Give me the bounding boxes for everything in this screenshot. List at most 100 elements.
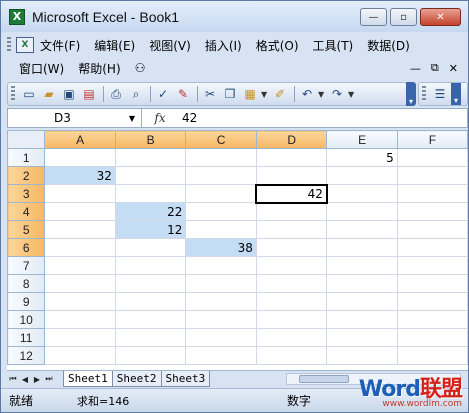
menu-help[interactable]: 帮助(H)	[78, 60, 120, 77]
cut-icon[interactable]: ✂	[201, 85, 219, 103]
cell[interactable]	[326, 346, 398, 365]
cell[interactable]	[114, 328, 187, 347]
cell[interactable]	[396, 328, 468, 347]
cell[interactable]	[255, 328, 328, 347]
row-header[interactable]: 11	[7, 328, 46, 347]
formatting-options-icon[interactable]: ▾	[451, 83, 461, 105]
cell-selected[interactable]: 32	[44, 166, 116, 185]
print-preview-icon[interactable]: ⌕	[127, 85, 145, 103]
last-sheet-icon[interactable]: ⏭	[43, 374, 55, 384]
cell[interactable]	[326, 310, 398, 329]
minimize-button[interactable]: —	[360, 8, 387, 26]
print-icon[interactable]: ⎙	[107, 85, 125, 103]
cell[interactable]	[326, 328, 398, 347]
cell[interactable]	[396, 256, 468, 275]
scrollbar-thumb[interactable]	[299, 375, 349, 383]
workbook-icon[interactable]: X	[16, 37, 34, 53]
column-header-c[interactable]: C	[185, 130, 257, 149]
cell[interactable]	[326, 256, 398, 275]
undo-icon[interactable]: ↶	[298, 85, 316, 103]
prev-sheet-icon[interactable]: ◀	[19, 375, 31, 384]
cell[interactable]	[185, 274, 257, 293]
column-header-f[interactable]: F	[396, 130, 468, 149]
cell[interactable]	[114, 148, 187, 167]
cell[interactable]	[326, 184, 398, 203]
sheet-tab-sheet1[interactable]: Sheet1	[63, 371, 113, 387]
cell[interactable]	[396, 148, 468, 167]
research-icon[interactable]: ✎	[174, 85, 192, 103]
row-header[interactable]: 1	[7, 148, 46, 167]
cell[interactable]	[114, 256, 187, 275]
name-box-dropdown-icon[interactable]: ▼	[129, 114, 135, 123]
cell[interactable]	[44, 310, 116, 329]
cell-selected[interactable]: 12	[114, 220, 187, 239]
cell[interactable]	[396, 220, 468, 239]
menu-window[interactable]: 窗口(W)	[19, 60, 64, 77]
cell[interactable]	[396, 166, 468, 185]
menu-tools[interactable]: 工具(T)	[313, 37, 354, 54]
row-header[interactable]: 3	[7, 184, 46, 203]
cell[interactable]	[396, 184, 468, 203]
cell[interactable]	[185, 310, 257, 329]
menu-insert[interactable]: 插入(I)	[205, 37, 242, 54]
cell[interactable]	[255, 274, 328, 293]
cell[interactable]	[255, 148, 328, 167]
cell[interactable]	[185, 292, 257, 311]
cell[interactable]	[44, 238, 116, 257]
cell[interactable]	[44, 220, 116, 239]
cell[interactable]	[255, 202, 328, 221]
cell[interactable]	[114, 274, 187, 293]
format-painter-icon[interactable]: ✐	[271, 85, 289, 103]
excel-app-icon[interactable]: X	[9, 8, 25, 25]
cell[interactable]	[44, 256, 116, 275]
menu-file[interactable]: 文件(F)	[40, 37, 80, 54]
copy-icon[interactable]: ❐	[221, 85, 239, 103]
name-box[interactable]: D3 ▼	[8, 109, 142, 127]
binoculars-icon[interactable]: ⚇	[135, 61, 146, 75]
insert-function-icon[interactable]: fx	[142, 111, 178, 125]
save-icon[interactable]: ▣	[60, 85, 78, 103]
cell[interactable]	[44, 202, 116, 221]
cell[interactable]	[326, 238, 398, 257]
menu-edit[interactable]: 编辑(E)	[94, 37, 135, 54]
cell[interactable]	[396, 292, 468, 311]
maximize-button[interactable]: ▫	[390, 8, 417, 26]
cell[interactable]	[44, 148, 116, 167]
cell[interactable]	[326, 166, 398, 185]
cell[interactable]	[326, 220, 398, 239]
menu-view[interactable]: 视图(V)	[149, 37, 191, 54]
first-sheet-icon[interactable]: ⏮	[7, 374, 19, 384]
menu-grip-handle[interactable]	[7, 37, 11, 53]
row-header[interactable]: 4	[7, 202, 46, 221]
menu-data[interactable]: 数据(D)	[367, 37, 410, 54]
redo-icon[interactable]: ↷	[328, 85, 346, 103]
cell[interactable]: 5	[326, 148, 398, 167]
row-header[interactable]: 12	[7, 346, 46, 365]
cell[interactable]	[326, 292, 398, 311]
row-header[interactable]: 10	[7, 310, 46, 329]
cell[interactable]	[396, 310, 468, 329]
redo-dropdown-icon[interactable]: ▼	[348, 90, 356, 99]
column-header-d[interactable]: D	[255, 130, 328, 149]
paste-dropdown-icon[interactable]: ▼	[261, 90, 269, 99]
next-sheet-icon[interactable]: ▶	[31, 375, 43, 384]
align-icon[interactable]: ☰	[431, 85, 449, 103]
cell[interactable]	[255, 166, 328, 185]
worksheet-grid[interactable]: A B C D E F 1 5 2 32 3 42 4 22 5 12 6 38…	[7, 130, 468, 370]
row-header[interactable]: 7	[7, 256, 46, 275]
cell[interactable]	[185, 328, 257, 347]
row-header[interactable]: 9	[7, 292, 46, 311]
cell[interactable]	[114, 166, 187, 185]
sheet-tab-sheet3[interactable]: Sheet3	[160, 371, 211, 387]
cell[interactable]	[396, 238, 468, 257]
cell[interactable]	[114, 292, 187, 311]
cell-selected[interactable]: 22	[114, 202, 187, 221]
cell-selected[interactable]: 38	[185, 238, 257, 257]
column-header-e[interactable]: E	[326, 130, 398, 149]
column-header-a[interactable]: A	[44, 130, 116, 149]
cell[interactable]	[185, 184, 257, 203]
cell[interactable]	[255, 238, 328, 257]
toolbar-options-button[interactable]: ▾	[406, 82, 416, 106]
title-bar[interactable]: X Microsoft Excel - Book1 — ▫ ✕	[1, 1, 468, 32]
cell[interactable]	[44, 292, 116, 311]
